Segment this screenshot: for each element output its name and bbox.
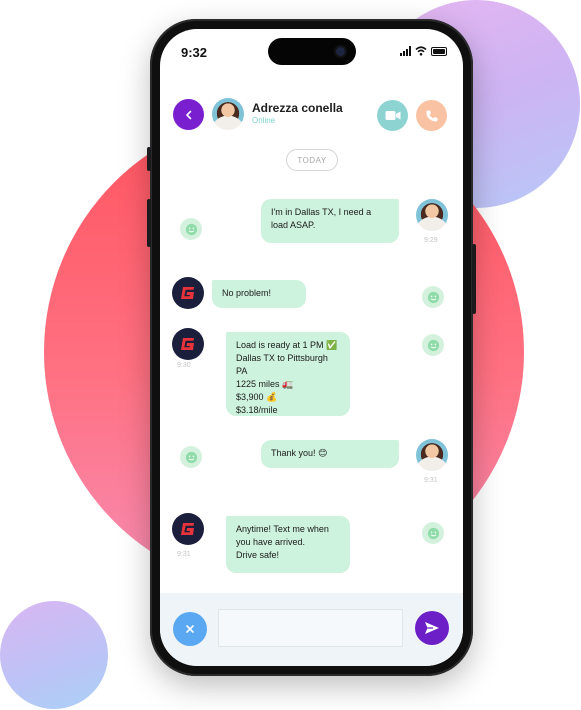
g-logo-icon (181, 287, 194, 299)
video-call-button[interactable] (377, 100, 408, 131)
decorative-blob-bottom (0, 601, 108, 709)
close-button[interactable] (173, 612, 207, 646)
message-time: 9:29 (424, 237, 438, 244)
send-button[interactable] (415, 611, 449, 645)
message-input[interactable] (218, 609, 403, 647)
sender-avatar (172, 277, 204, 309)
back-button[interactable] (173, 99, 204, 130)
smile-icon (185, 223, 197, 235)
wifi-icon (415, 46, 427, 56)
date-divider: TODAY (286, 149, 338, 171)
reaction-button[interactable] (180, 446, 202, 468)
signal-icon (400, 46, 411, 56)
power-button (472, 244, 476, 314)
smile-icon (185, 451, 197, 463)
user-avatar (416, 199, 448, 231)
message-bubble-incoming[interactable]: No problem! (212, 280, 306, 308)
message-time: 9:30 (177, 362, 191, 369)
reaction-button[interactable] (180, 218, 202, 240)
camera-icon (334, 45, 347, 58)
contact-name: Adrezza conella (252, 101, 343, 115)
g-logo-icon (181, 523, 194, 535)
sender-avatar (172, 513, 204, 545)
g-logo-icon (181, 338, 194, 350)
message-bubble-incoming[interactable]: Load is ready at 1 PM ✅ Dallas TX to Pit… (226, 332, 350, 416)
send-icon (425, 622, 439, 634)
video-camera-icon (385, 111, 400, 120)
user-avatar (416, 439, 448, 471)
dynamic-island (268, 38, 356, 65)
status-time: 9:32 (181, 45, 208, 60)
sender-avatar (172, 328, 204, 360)
battery-icon (431, 46, 447, 56)
phone-frame: 9:32 Adrezza conella Online TODAY I'm in… (147, 19, 476, 676)
smile-icon (427, 527, 439, 539)
voice-call-button[interactable] (416, 100, 447, 131)
reaction-button[interactable] (422, 334, 444, 356)
contact-status: Online (252, 116, 276, 125)
phone-icon (426, 110, 437, 121)
reaction-button[interactable] (422, 522, 444, 544)
status-icons (400, 46, 447, 56)
message-time: 9:31 (424, 477, 438, 484)
message-bubble-outgoing[interactable]: I'm in Dallas TX, I need a load ASAP. (261, 199, 399, 243)
chevron-left-icon (185, 110, 191, 119)
message-bubble-outgoing[interactable]: Thank you! 😊 (261, 440, 399, 468)
contact-avatar[interactable] (212, 98, 244, 130)
phone-screen: 9:32 Adrezza conella Online TODAY I'm in… (160, 29, 463, 666)
reaction-button[interactable] (422, 286, 444, 308)
smile-icon (427, 339, 439, 351)
message-composer (160, 593, 463, 666)
volume-up-button (147, 199, 151, 247)
message-bubble-incoming[interactable]: Anytime! Text me when you have arrived. … (226, 516, 350, 573)
action-button (147, 147, 151, 171)
close-icon (186, 625, 194, 633)
message-time: 9:31 (177, 551, 191, 558)
smile-icon (427, 291, 439, 303)
